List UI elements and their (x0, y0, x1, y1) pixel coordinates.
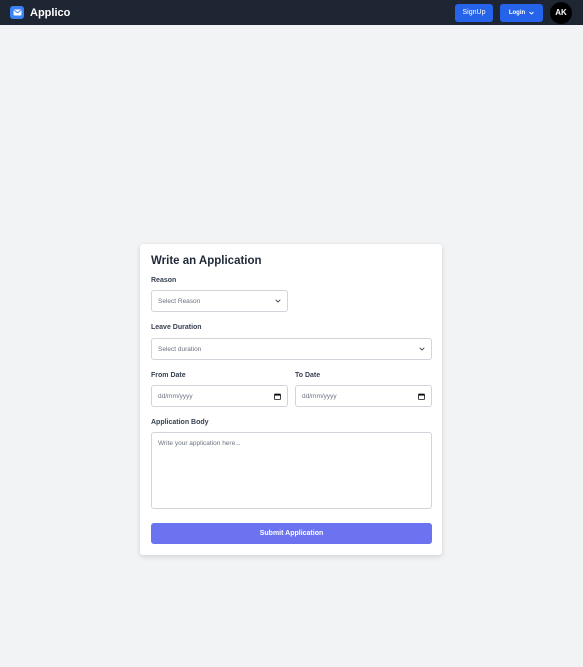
chevron-down-icon (275, 299, 281, 303)
duration-select-value: Select duration (158, 345, 202, 353)
brand[interactable]: Applico (10, 6, 70, 19)
duration-select[interactable]: Select duration (151, 338, 432, 360)
chevron-down-icon (529, 11, 534, 15)
login-button[interactable]: Login (500, 3, 543, 22)
calendar-icon[interactable] (274, 393, 281, 400)
brand-name: Applico (30, 6, 71, 19)
from-date-input[interactable]: dd/mm/yyyy (151, 385, 288, 407)
envelope-icon (10, 6, 24, 19)
reason-label: Reason (151, 277, 177, 284)
to-date-input[interactable]: dd/mm/yyyy (295, 385, 432, 407)
to-date-placeholder: dd/mm/yyyy (302, 392, 337, 400)
top-navbar: Applico SignUp Login AK (0, 0, 583, 25)
from-date-label: From Date (151, 372, 186, 379)
to-date-label: To Date (295, 372, 321, 379)
nav-actions: SignUp Login AK (455, 1, 572, 24)
body-placeholder: Write your application here... (158, 440, 241, 447)
form-title: Write an Application (151, 255, 262, 267)
application-body-textarea[interactable]: Write your application here... (151, 432, 432, 509)
submit-application-button[interactable]: Submit Application (151, 523, 432, 544)
duration-label: Leave Duration (151, 324, 202, 331)
chevron-down-icon (419, 347, 425, 351)
body-label: Application Body (151, 419, 209, 426)
avatar[interactable]: AK (550, 1, 572, 24)
login-label: Login (508, 9, 526, 16)
signup-button[interactable]: SignUp (455, 3, 493, 22)
calendar-icon[interactable] (418, 393, 425, 400)
application-form-card: Write an Application Reason Select Reaso… (140, 244, 442, 555)
reason-select[interactable]: Select Reason (151, 290, 288, 312)
from-date-placeholder: dd/mm/yyyy (158, 392, 193, 400)
reason-select-value: Select Reason (158, 297, 201, 305)
